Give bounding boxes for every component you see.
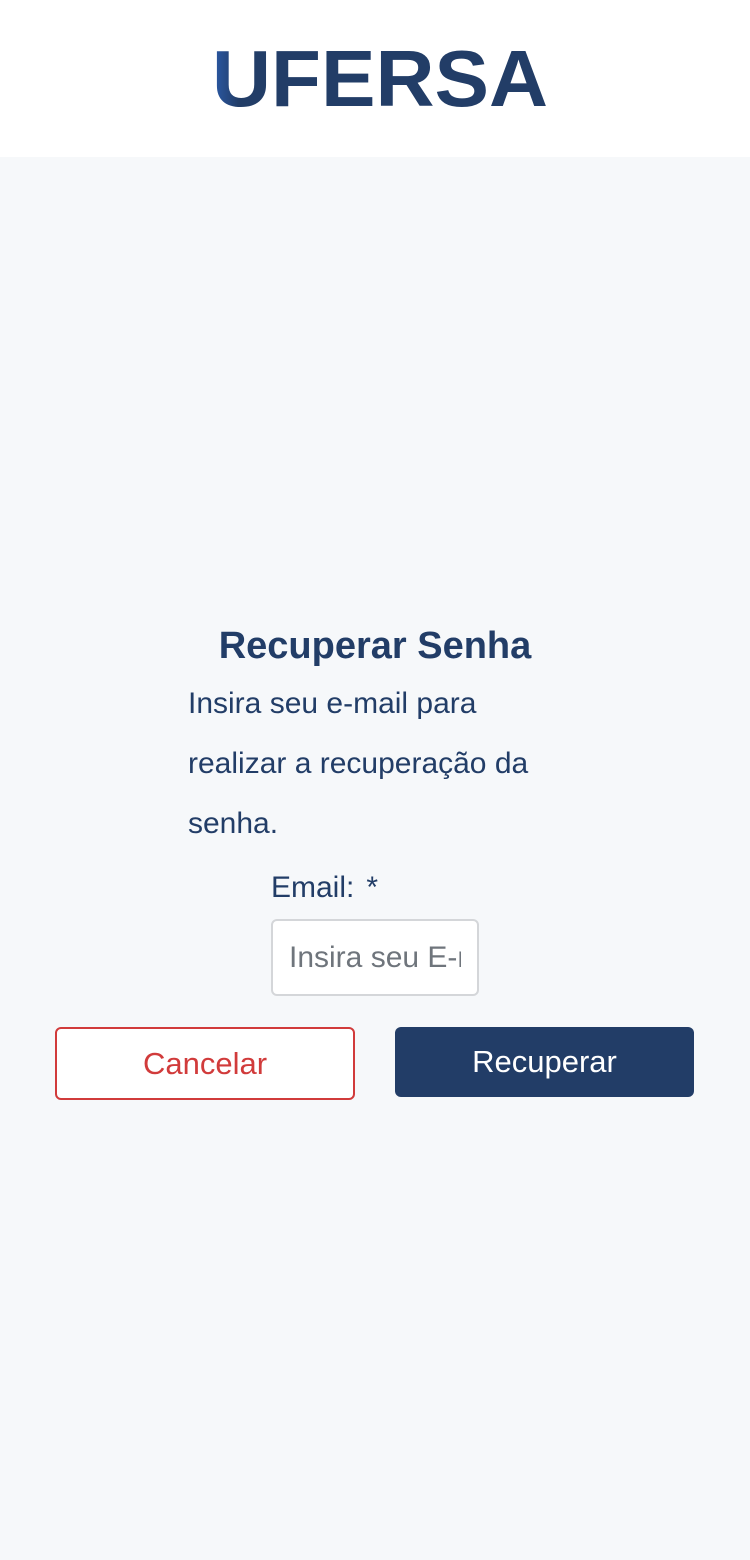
main-content: Recuperar Senha Insira seu e-mail para r…	[0, 157, 750, 1560]
required-marker: *	[366, 871, 379, 904]
email-label-text: Email:	[271, 871, 355, 904]
ufersa-logo: UFERSA	[210, 28, 550, 126]
email-label: Email: *	[271, 869, 378, 907]
email-field[interactable]	[271, 919, 479, 996]
cancel-button[interactable]: Cancelar	[55, 1027, 355, 1100]
svg-text:UFERSA: UFERSA	[212, 42, 548, 112]
instructions-text: Insira seu e-mail para realizar a recupe…	[188, 687, 529, 840]
page-title: Recuperar Senha	[218, 625, 532, 667]
recover-button[interactable]: Recuperar	[395, 1027, 694, 1097]
header: UFERSA	[0, 0, 750, 157]
